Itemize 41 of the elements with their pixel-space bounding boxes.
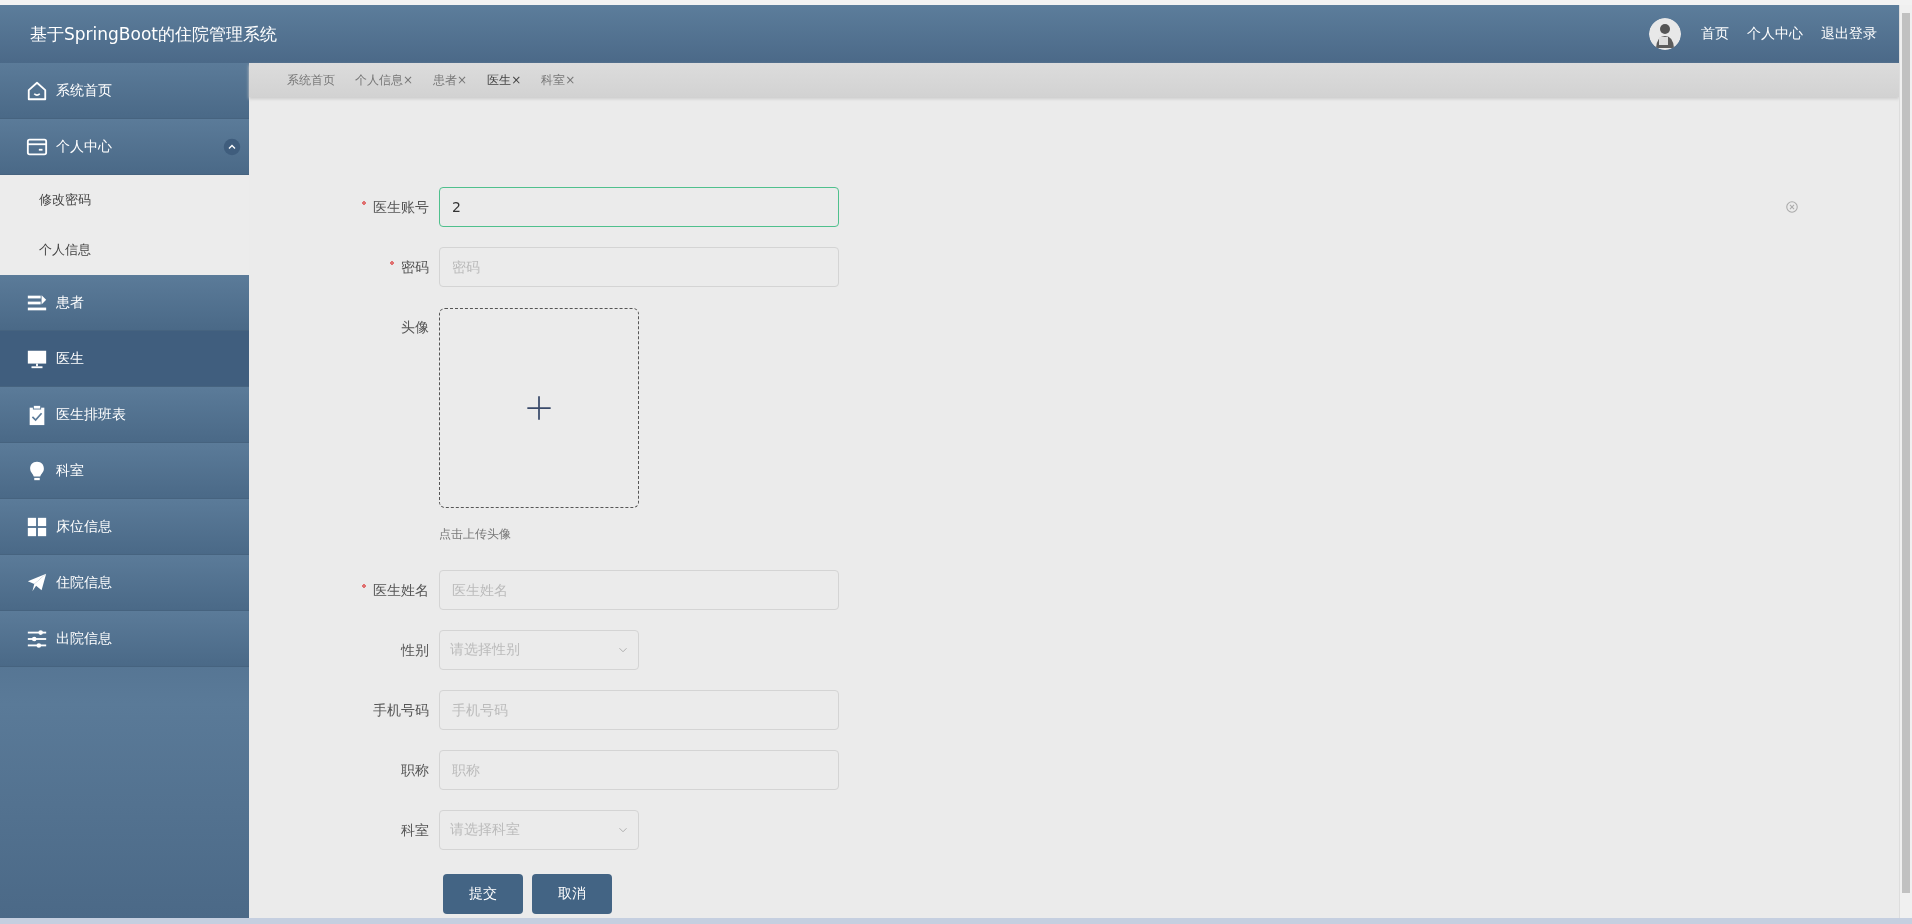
house-icon [26,79,48,102]
field-label: 职称 [400,761,430,780]
menu-item[interactable]: 个人中心 [0,119,249,175]
menu-item[interactable]: 科室 [0,443,249,499]
clear-icon[interactable] [1785,200,1799,214]
sliders-icon [26,627,48,650]
submenu-item[interactable]: 修改密码 [0,175,249,225]
form-button[interactable]: 取消 [532,874,612,914]
tab[interactable]: 科室× [541,71,576,89]
app-title: 基于SpringBoot的住院管理系统 [30,22,277,46]
field-label: 头像 [400,318,430,337]
plus-icon [525,394,553,422]
menu-item[interactable]: 医生排班表 [0,387,249,443]
input-field[interactable]: 2 [439,187,839,227]
tab[interactable]: 患者× [433,71,468,89]
menu-item[interactable]: 医生 [0,331,249,387]
tab[interactable]: 系统首页 [287,71,335,89]
menu-item[interactable]: 住院信息 [0,555,249,611]
menu-item[interactable]: 患者 [0,275,249,331]
submenu-item[interactable]: 个人信息 [0,225,249,275]
field-label: 手机号码 [372,701,430,720]
field-label: 医生姓名 [249,570,439,610]
field-label: 性别 [399,641,430,660]
menu-item[interactable]: 系统首页 [0,63,249,119]
scrollbar[interactable] [1899,5,1912,918]
menu-item[interactable]: 床位信息 [0,499,249,555]
chevron-icon [223,137,241,156]
form-button[interactable]: 提交 [443,874,523,914]
avatar[interactable] [1649,18,1681,50]
field-label: 密码 [249,247,439,287]
field-label: 医生账号 [249,187,439,227]
grid-icon [26,515,48,538]
tab[interactable]: 医生× [487,71,522,89]
nav-link[interactable]: 首页 [1701,25,1729,43]
field-label: 科室 [400,821,430,840]
upload-hint: 点击上传头像 [439,526,512,543]
nav-link[interactable]: 退出登录 [1821,25,1877,43]
menu-item[interactable]: 出院信息 [0,611,249,667]
tab[interactable]: 个人信息× [355,71,414,89]
nav-link[interactable]: 个人中心 [1747,25,1803,43]
upload-box[interactable] [439,308,639,508]
